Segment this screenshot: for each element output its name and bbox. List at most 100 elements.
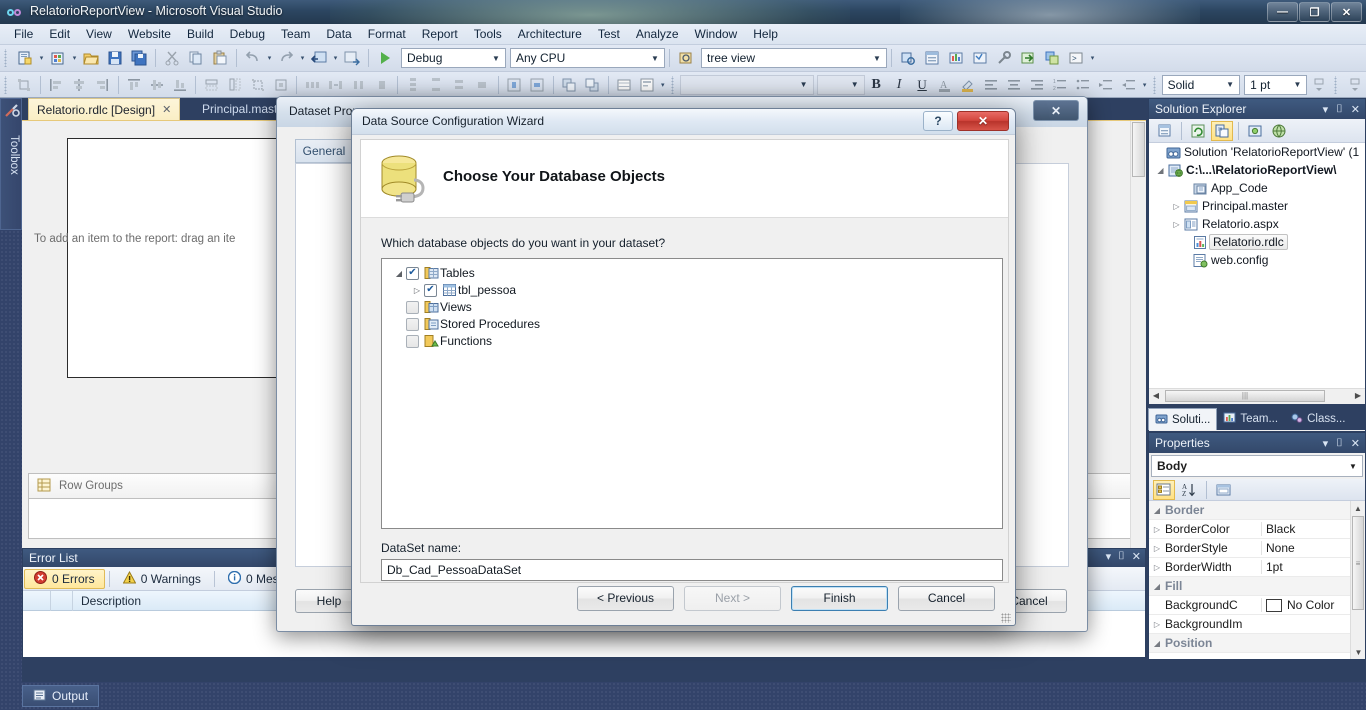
- wizard-close-button[interactable]: ✕: [957, 111, 1009, 131]
- property-category-border[interactable]: ◢ Border: [1149, 501, 1365, 520]
- expander-icon[interactable]: ▷: [1149, 544, 1165, 553]
- menu-item-help[interactable]: Help: [745, 25, 786, 43]
- menu-item-view[interactable]: View: [78, 25, 120, 43]
- toolbar-overflow-icon[interactable]: ▾: [1088, 48, 1097, 69]
- previous-button[interactable]: < Previous: [577, 585, 674, 611]
- navigate-forward-icon[interactable]: [341, 48, 363, 69]
- tree-node-functions[interactable]: Functions: [386, 333, 998, 349]
- wizard-resize-grip[interactable]: [1001, 613, 1011, 623]
- make-same-height-icon[interactable]: [224, 74, 245, 95]
- expander-icon[interactable]: ▷: [1149, 563, 1165, 572]
- expander-icon[interactable]: ▷: [1149, 525, 1165, 534]
- border-color-more-icon[interactable]: [1344, 74, 1365, 95]
- close-icon[interactable]: ✕: [1351, 437, 1360, 450]
- expander-icon[interactable]: ▷: [1171, 220, 1182, 229]
- align-bottoms-icon[interactable]: [169, 74, 190, 95]
- chevron-down-icon[interactable]: ▼: [870, 54, 884, 63]
- properties-button-icon[interactable]: [1154, 121, 1176, 141]
- new-item-dropdown-icon[interactable]: ▾: [37, 48, 46, 69]
- redo-dropdown-icon[interactable]: ▾: [298, 48, 307, 69]
- menu-item-data[interactable]: Data: [318, 25, 359, 43]
- menu-item-website[interactable]: Website: [120, 25, 179, 43]
- database-objects-tree[interactable]: ◢ ✔ Tables ▷ ✔ tbl_pessoa Views Stored P…: [381, 258, 1003, 529]
- toolbox-tab[interactable]: Toolbox: [0, 98, 22, 230]
- menu-item-build[interactable]: Build: [179, 25, 222, 43]
- send-to-back-icon[interactable]: [582, 74, 603, 95]
- configuration-combo[interactable]: Debug ▼: [401, 48, 506, 68]
- view-in-browser-button-icon[interactable]: [1268, 121, 1290, 141]
- align-to-grid-icon[interactable]: [14, 74, 35, 95]
- find-target-icon[interactable]: [675, 48, 697, 69]
- warnings-filter-button[interactable]: 0 Warnings: [114, 569, 210, 589]
- undo-dropdown-icon[interactable]: ▾: [265, 48, 274, 69]
- toolbar-grip[interactable]: [3, 75, 10, 94]
- scroll-left-icon[interactable]: ◀: [1149, 391, 1163, 400]
- finish-button[interactable]: Finish: [791, 585, 888, 611]
- size-to-content-icon[interactable]: [270, 74, 291, 95]
- chevron-down-icon[interactable]: ▼: [848, 80, 862, 89]
- start-debugging-icon[interactable]: [374, 48, 396, 69]
- font-family-combo[interactable]: ▼: [679, 74, 814, 95]
- tree-item-solution[interactable]: Solution 'RelatorioReportView' (1: [1149, 143, 1365, 161]
- bring-to-front-icon[interactable]: [559, 74, 580, 95]
- align-tops-icon[interactable]: [123, 74, 144, 95]
- output-window-tab[interactable]: Output: [22, 685, 100, 707]
- tab-relatorio-rdlc-design[interactable]: Relatorio.rdlc [Design] ✕: [28, 98, 181, 120]
- border-width-combo[interactable]: 1 pt ▼: [1244, 74, 1308, 95]
- expander-icon[interactable]: ▷: [410, 286, 424, 295]
- undo-icon[interactable]: [242, 48, 264, 69]
- scroll-up-icon[interactable]: ▲: [1351, 501, 1365, 515]
- properties-vertical-scrollbar[interactable]: ▲ ≡ ▼: [1350, 501, 1365, 659]
- dropdown-icon[interactable]: ▾: [1106, 550, 1112, 563]
- menu-item-window[interactable]: Window: [687, 25, 746, 43]
- fill-color-icon[interactable]: [958, 74, 979, 95]
- tree-node-views[interactable]: Views: [386, 299, 998, 315]
- close-icon[interactable]: ✕: [1132, 550, 1141, 563]
- tables-checkbox[interactable]: ✔: [406, 266, 419, 280]
- solution-explorer-toolbar-icon[interactable]: [897, 48, 919, 69]
- minimize-button[interactable]: —: [1267, 2, 1298, 22]
- font-color-icon[interactable]: A: [935, 74, 956, 95]
- tree-item-web-config[interactable]: web.config: [1149, 251, 1365, 269]
- categorized-view-icon[interactable]: [1153, 479, 1175, 500]
- property-pages-icon[interactable]: [1213, 480, 1235, 500]
- increase-indent-icon[interactable]: [1118, 74, 1139, 95]
- functions-checkbox[interactable]: [406, 334, 419, 348]
- remove-vertical-spacing-icon[interactable]: [472, 74, 493, 95]
- chevron-down-icon[interactable]: ▼: [797, 80, 811, 89]
- chevron-down-icon[interactable]: ▼: [648, 54, 662, 63]
- dropdown-icon[interactable]: ▾: [1323, 103, 1329, 116]
- property-category-position[interactable]: ◢ Position: [1149, 634, 1365, 653]
- designer-vertical-scrollbar[interactable]: [1130, 121, 1146, 549]
- tbl-pessoa-checkbox[interactable]: ✔: [424, 283, 437, 297]
- menu-item-format[interactable]: Format: [360, 25, 414, 43]
- close-button[interactable]: ✕: [1331, 2, 1362, 22]
- underline-icon[interactable]: U: [912, 74, 933, 95]
- tree-node-tbl-pessoa[interactable]: ▷ ✔ tbl_pessoa: [386, 282, 998, 298]
- property-row-borderstyle[interactable]: ▷ BorderStyle None: [1149, 539, 1365, 558]
- bold-icon[interactable]: B: [866, 74, 887, 95]
- toolbar-overflow-icon[interactable]: ▾: [659, 74, 668, 95]
- numbered-list-icon[interactable]: 12: [1049, 74, 1070, 95]
- scroll-down-icon[interactable]: ▼: [1351, 645, 1365, 659]
- new-item-icon[interactable]: [14, 48, 36, 69]
- solution-explorer-tree[interactable]: Solution 'RelatorioReportView' (1 ◢ C:\.…: [1149, 143, 1365, 402]
- tab-team-explorer[interactable]: Team...: [1217, 408, 1284, 430]
- tools-wrench-icon[interactable]: [993, 48, 1015, 69]
- tab-solution-explorer[interactable]: Soluti...: [1148, 408, 1218, 430]
- expander-icon[interactable]: ◢: [1155, 166, 1166, 175]
- align-text-left-icon[interactable]: [981, 74, 1002, 95]
- refresh-button-icon[interactable]: [1187, 121, 1209, 141]
- expander-icon[interactable]: ▷: [1171, 202, 1182, 211]
- views-checkbox[interactable]: [406, 300, 419, 314]
- menu-item-debug[interactable]: Debug: [222, 25, 273, 43]
- property-row-backgroundimage[interactable]: ▷ BackgroundIm: [1149, 615, 1365, 634]
- dropdown-icon[interactable]: ▾: [1323, 437, 1329, 450]
- command-window-icon[interactable]: >: [1065, 48, 1087, 69]
- alphabetical-view-icon[interactable]: AZ: [1178, 480, 1200, 500]
- dataset-dialog-close-button[interactable]: ✕: [1033, 100, 1079, 121]
- property-row-backgroundcolor[interactable]: BackgroundC No Color: [1149, 596, 1365, 615]
- align-rights-icon[interactable]: [92, 74, 113, 95]
- expander-icon[interactable]: ◢: [392, 269, 406, 278]
- chevron-down-icon[interactable]: ▼: [489, 54, 503, 63]
